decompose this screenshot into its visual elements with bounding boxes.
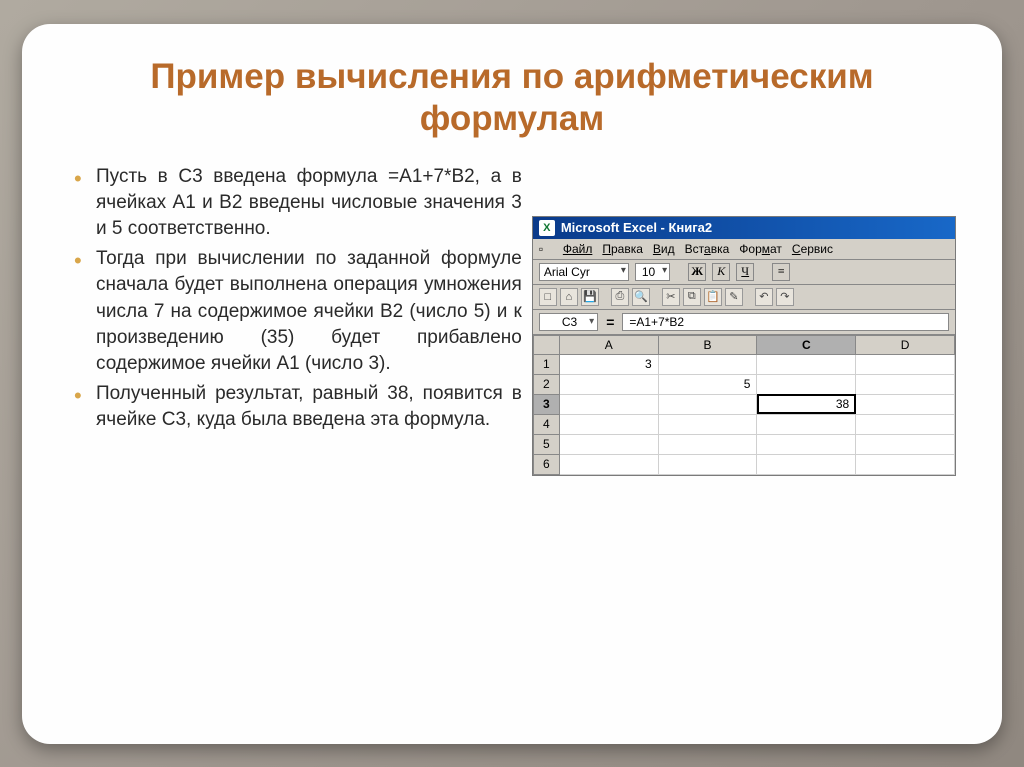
preview-icon[interactable]: 🔍: [632, 288, 650, 306]
cell[interactable]: [559, 394, 658, 414]
row-header[interactable]: 5: [533, 434, 559, 454]
cell[interactable]: 3: [559, 354, 658, 374]
equals-label: =: [606, 314, 614, 330]
menu-item[interactable]: Правка: [602, 242, 643, 256]
menu-item[interactable]: Формат: [739, 242, 782, 256]
menu-item[interactable]: Вид: [653, 242, 675, 256]
cell[interactable]: 5: [658, 374, 757, 394]
cell[interactable]: [757, 414, 856, 434]
bullet-item: Тогда при вычислении по заданной формуле…: [86, 246, 522, 377]
col-header[interactable]: A: [559, 335, 658, 354]
image-column: X Microsoft Excel - Книга2 ▫ Файл Правка…: [532, 164, 956, 476]
brush-icon[interactable]: ✎: [725, 288, 743, 306]
menu-item[interactable]: Сервис: [792, 242, 833, 256]
select-all-corner[interactable]: [533, 335, 559, 354]
cell[interactable]: [559, 374, 658, 394]
cell[interactable]: [658, 394, 757, 414]
spreadsheet-grid[interactable]: A B C D 1 3 2: [533, 335, 955, 475]
menu-item[interactable]: Файл: [563, 242, 593, 256]
cell[interactable]: [559, 414, 658, 434]
bullet-list: Пусть в С3 введена формула =А1+7*В2, а в…: [68, 164, 522, 434]
menubar: ▫ Файл Правка Вид Вставка Формат Сервис: [533, 239, 955, 260]
name-box[interactable]: C3: [539, 313, 598, 331]
col-header[interactable]: B: [658, 335, 757, 354]
col-header[interactable]: D: [856, 335, 955, 354]
excel-icon: X: [539, 220, 555, 236]
menu-item[interactable]: Вставка: [685, 242, 730, 256]
slide-title: Пример вычисления по арифметическим форм…: [68, 56, 956, 140]
cell[interactable]: [856, 394, 955, 414]
cell[interactable]: [757, 354, 856, 374]
format-toolbar: Arial Cyr 10 Ж К Ч ≡: [533, 260, 955, 285]
cell[interactable]: [658, 434, 757, 454]
row-header[interactable]: 1: [533, 354, 559, 374]
cell[interactable]: [757, 374, 856, 394]
slide: Пример вычисления по арифметическим форм…: [22, 24, 1002, 744]
row-header[interactable]: 3: [533, 394, 559, 414]
paste-icon[interactable]: 📋: [704, 288, 722, 306]
row-header[interactable]: 6: [533, 454, 559, 474]
row-header[interactable]: 4: [533, 414, 559, 434]
bold-button[interactable]: Ж: [688, 263, 706, 281]
content-row: Пусть в С3 введена формула =А1+7*В2, а в…: [68, 164, 956, 476]
print-icon[interactable]: ⎙: [611, 288, 629, 306]
doc-icon: ▫: [539, 242, 553, 256]
cell[interactable]: [856, 454, 955, 474]
underline-button[interactable]: Ч: [736, 263, 754, 281]
cell[interactable]: [856, 354, 955, 374]
bullet-item: Пусть в С3 введена формула =А1+7*В2, а в…: [86, 164, 522, 243]
cell[interactable]: [856, 414, 955, 434]
row-header[interactable]: 2: [533, 374, 559, 394]
col-header[interactable]: C: [757, 335, 856, 354]
italic-button[interactable]: К: [712, 263, 730, 281]
cell-selected[interactable]: 38: [757, 394, 856, 414]
cut-icon[interactable]: ✂: [662, 288, 680, 306]
text-column: Пусть в С3 введена формула =А1+7*В2, а в…: [68, 164, 522, 476]
cell[interactable]: [658, 354, 757, 374]
open-icon[interactable]: ⌂: [560, 288, 578, 306]
cell[interactable]: [658, 454, 757, 474]
bullet-item: Полученный результат, равный 38, появитс…: [86, 381, 522, 433]
app-title: Microsoft Excel - Книга2: [561, 220, 712, 235]
cell[interactable]: [856, 434, 955, 454]
titlebar: X Microsoft Excel - Книга2: [533, 217, 955, 239]
cell[interactable]: [658, 414, 757, 434]
align-button[interactable]: ≡: [772, 263, 790, 281]
cell[interactable]: [757, 434, 856, 454]
font-select[interactable]: Arial Cyr: [539, 263, 629, 281]
cell[interactable]: [559, 434, 658, 454]
undo-icon[interactable]: ↶: [755, 288, 773, 306]
redo-icon[interactable]: ↷: [776, 288, 794, 306]
cell[interactable]: [559, 454, 658, 474]
cell[interactable]: [856, 374, 955, 394]
standard-toolbar: □ ⌂ 💾 ⎙ 🔍 ✂ ⧉ 📋 ✎ ↶ ↷: [533, 285, 955, 310]
formula-bar: C3 = =A1+7*B2: [533, 310, 955, 335]
new-icon[interactable]: □: [539, 288, 557, 306]
size-select[interactable]: 10: [635, 263, 670, 281]
save-icon[interactable]: 💾: [581, 288, 599, 306]
cell[interactable]: [757, 454, 856, 474]
copy-icon[interactable]: ⧉: [683, 288, 701, 306]
formula-input[interactable]: =A1+7*B2: [622, 313, 949, 331]
excel-window: X Microsoft Excel - Книга2 ▫ Файл Правка…: [532, 216, 956, 476]
